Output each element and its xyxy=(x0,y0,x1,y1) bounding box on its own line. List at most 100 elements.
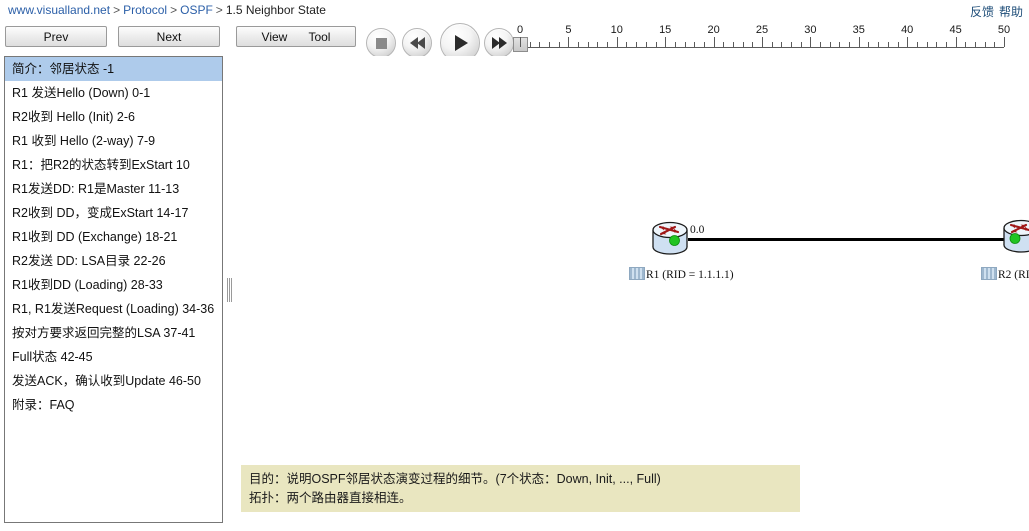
ruler-tick-10 xyxy=(616,37,618,47)
ruler-tick-20 xyxy=(713,37,715,47)
description-panel: 目的：说明OSPF邻居状态演变过程的细节。(7个状态：Down, Init, .… xyxy=(241,465,800,512)
ruler-tick-39 xyxy=(897,42,899,47)
router-1-icon[interactable] xyxy=(648,218,692,258)
ruler-tick-12 xyxy=(636,42,638,47)
ruler-tick-23 xyxy=(742,42,744,47)
ruler-tick-38 xyxy=(887,42,889,47)
ruler-tick-5 xyxy=(568,37,570,47)
breadcrumb-separator-2: > xyxy=(170,3,178,17)
ruler-baseline xyxy=(520,47,1004,48)
ruler-tick-24 xyxy=(752,42,754,47)
top-right-links: 反馈 帮助 xyxy=(970,3,1023,20)
breadcrumb-ospf-link[interactable]: OSPF xyxy=(180,3,213,17)
view-button[interactable]: View xyxy=(262,30,288,44)
ruler-tick-7 xyxy=(587,42,589,47)
sidebar-item-14[interactable]: 附录：FAQ xyxy=(5,393,222,417)
ruler-label-35: 35 xyxy=(852,24,865,36)
ruler-tick-30 xyxy=(810,37,812,47)
ruler-label-0: 0 xyxy=(516,24,524,36)
sidebar-item-8[interactable]: R2发送 DD: LSA目录 22-26 xyxy=(5,249,222,273)
sidebar-item-1[interactable]: R1 发送Hello (Down) 0-1 xyxy=(5,81,222,105)
sidebar-item-12[interactable]: Full状态 42-45 xyxy=(5,345,222,369)
ruler-label-25: 25 xyxy=(755,24,769,36)
ruler-tick-43 xyxy=(936,42,938,47)
view-tool-button-group[interactable]: View Tool xyxy=(236,26,356,47)
tool-button[interactable]: Tool xyxy=(308,30,330,44)
play-icon xyxy=(455,35,468,51)
sidebar-item-7[interactable]: R1收到 DD (Exchange) 18-21 xyxy=(5,225,222,249)
sidebar-item-6[interactable]: R2收到 DD，变成ExStart 14-17 xyxy=(5,201,222,225)
ruler-tick-47 xyxy=(974,42,976,47)
breadcrumb-site-link[interactable]: www.visualland.net xyxy=(8,3,110,17)
stop-icon xyxy=(375,37,387,49)
ruler-tick-45 xyxy=(955,37,957,47)
ruler-tick-16 xyxy=(674,42,676,47)
chapter-list-sidebar[interactable]: 简介：邻居状态 -1 R1 发送Hello (Down) 0-1 R2收到 Hell… xyxy=(4,56,223,523)
router-1-label-text: R1 (RID = 1.1.1.1) xyxy=(646,269,734,281)
ruler-tick-4 xyxy=(558,42,560,47)
sidebar-item-0[interactable]: 简介：邻居状态 -1 xyxy=(5,57,222,81)
sidebar-item-9[interactable]: R1收到DD (Loading) 28-33 xyxy=(5,273,222,297)
ruler-tick-8 xyxy=(597,42,599,47)
ruler-label-30: 30 xyxy=(804,24,817,36)
ruler-tick-6 xyxy=(578,42,580,47)
feedback-link[interactable]: 反馈 xyxy=(970,5,994,19)
interface-address-label: 0.0 xyxy=(690,224,705,236)
prev-button[interactable]: Prev xyxy=(5,26,107,47)
topology-canvas: 0.0 R1 (RID = 1.1.1.1) R2 (RID = 2.2.2.2… xyxy=(233,56,1029,531)
breadcrumb-protocol-link[interactable]: Protocol xyxy=(123,3,167,17)
ruler-tick-3 xyxy=(549,42,551,47)
ruler-tick-42 xyxy=(926,42,928,47)
ruler-tick-11 xyxy=(626,42,628,47)
ruler-label-15: 15 xyxy=(659,24,672,36)
router-2-label: R2 (RID = 2.2.2.2) xyxy=(981,267,1029,281)
ruler-tick-32 xyxy=(829,42,831,47)
ruler-tick-33 xyxy=(839,42,841,47)
breadcrumb-separator-3: > xyxy=(215,3,223,17)
ruler-tick-1 xyxy=(529,42,531,47)
sidebar-item-4[interactable]: R1：把R2的状态转到ExStart 10 xyxy=(5,153,222,177)
ruler-tick-35 xyxy=(858,37,860,47)
description-purpose: 目的：说明OSPF邻居状态演变过程的细节。(7个状态：Down, Init, .… xyxy=(249,472,661,486)
sidebar-splitter[interactable] xyxy=(226,56,232,523)
ruler-tick-31 xyxy=(820,42,822,47)
help-link[interactable]: 帮助 xyxy=(999,5,1023,19)
sidebar-item-11[interactable]: 按对方要求返回完整的LSA 37-41 xyxy=(5,321,222,345)
ruler-tick-21 xyxy=(723,42,725,47)
ruler-label-10: 10 xyxy=(610,24,623,36)
ruler-tick-17 xyxy=(684,42,686,47)
ruler-label-20: 20 xyxy=(707,24,720,36)
ruler-tick-44 xyxy=(945,42,947,47)
ruler-tick-50 xyxy=(1004,37,1005,47)
ruler-label-5: 5 xyxy=(565,24,572,36)
next-button[interactable]: Next xyxy=(118,26,220,47)
ruler-tick-36 xyxy=(868,42,870,47)
ruler-tick-18 xyxy=(694,42,696,47)
breadcrumb: www.visualland.net > Protocol > OSPF >1.5 Nei… xyxy=(8,3,326,17)
rewind-button[interactable] xyxy=(402,28,432,58)
splitter-grip-icon xyxy=(226,277,232,302)
ruler-tick-2 xyxy=(539,42,541,47)
app-root: www.visualland.net > Protocol > OSPF >1.5 Nei… xyxy=(0,0,1029,531)
breadcrumb-current-page: 1.5 Neighbor State xyxy=(225,3,326,17)
ruler-tick-26 xyxy=(771,42,773,47)
ruler-tick-27 xyxy=(781,42,783,47)
ruler-label-45: 45 xyxy=(949,24,962,36)
ruler-tick-25 xyxy=(762,37,763,47)
sidebar-item-3[interactable]: R1 收到 Hello (2-way) 7-9 xyxy=(5,129,222,153)
router-2-icon[interactable] xyxy=(999,216,1029,256)
sidebar-item-10[interactable]: R1, R1发送Request (Loading) 34-36 xyxy=(5,297,222,321)
ruler-tick-15 xyxy=(665,37,667,47)
fast-forward-button[interactable] xyxy=(484,28,514,58)
ruler-tick-34 xyxy=(849,42,851,47)
broken-image-icon xyxy=(981,267,997,280)
sidebar-item-13[interactable]: 发送ACK，确认收到Update 46-50 xyxy=(5,369,222,393)
router-2-label-text: R2 (RID = 2.2.2.2) xyxy=(998,269,1029,281)
sidebar-item-2[interactable]: R2收到 Hello (Init) 2-6 xyxy=(5,105,222,129)
breadcrumb-separator-1: > xyxy=(113,3,121,17)
ruler-tick-29 xyxy=(800,42,802,47)
timeline-ruler[interactable]: 0 5 10 15 20 25 30 35 40 45 50 xyxy=(512,22,1018,54)
network-link xyxy=(688,238,1010,241)
stop-button[interactable] xyxy=(366,28,396,58)
sidebar-item-5[interactable]: R1发送DD: R1是Master 11-13 xyxy=(5,177,222,201)
